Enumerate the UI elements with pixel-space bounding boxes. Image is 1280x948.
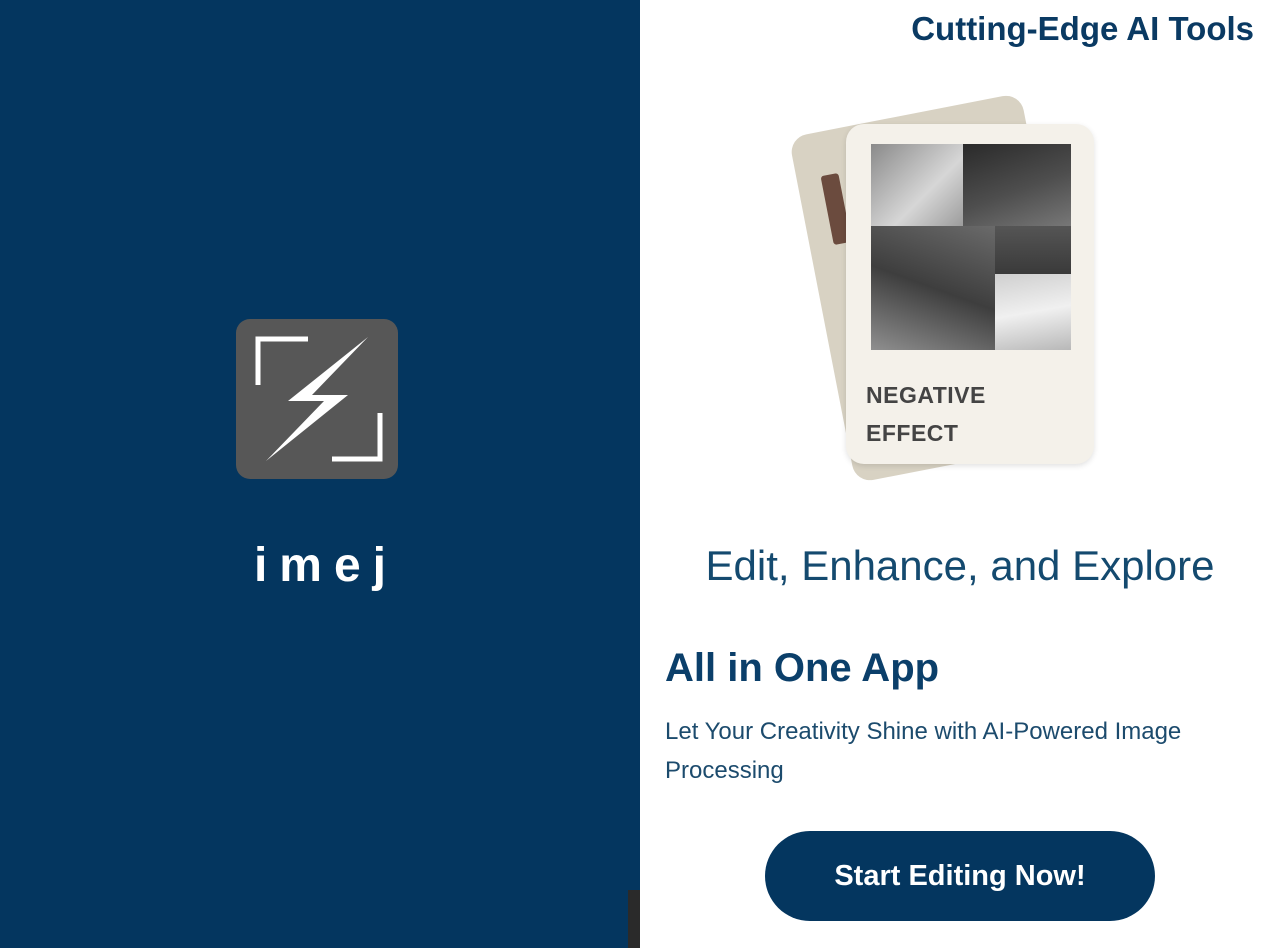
effect-card: NEGATIVE EFFECT <box>846 124 1094 464</box>
bolt-in-frame-icon <box>255 336 383 462</box>
app-name: imej <box>253 539 399 592</box>
page-title: Cutting-Edge AI Tools <box>911 10 1254 47</box>
onboarding-screen: Cutting-Edge AI Tools NEGATIVE EFFECT Ed… <box>640 0 1280 948</box>
effect-card-label-line1: NEGATIVE <box>866 382 986 408</box>
start-editing-button[interactable]: Start Editing Now! <box>765 831 1155 921</box>
subheadline: All in One App <box>665 646 940 690</box>
effect-preview-image <box>871 144 1071 350</box>
divider-edge <box>628 890 640 948</box>
effect-card-label: NEGATIVE EFFECT <box>866 376 1066 452</box>
description: Let Your Creativity Shine with AI-Powere… <box>665 718 1182 784</box>
splash-screen: imej <box>0 0 640 948</box>
effect-card-label-line2: EFFECT <box>866 420 959 446</box>
headline: Edit, Enhance, and Explore <box>705 542 1215 589</box>
app-logo <box>236 319 398 479</box>
